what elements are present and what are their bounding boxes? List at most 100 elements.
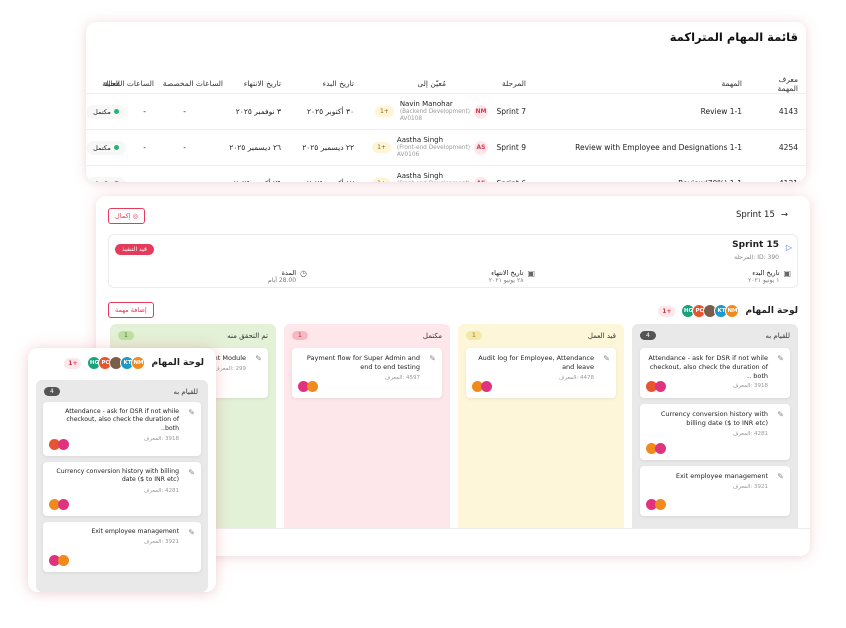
task-title: Exit employee management — [675, 472, 768, 480]
end-date: ٢٩ أكتوبر ٢٠٢٥ — [216, 166, 281, 182]
sprint-header: → Sprint 15 — [736, 210, 788, 220]
avatar — [58, 555, 69, 566]
avatar — [655, 443, 666, 454]
more-assignees-badge[interactable]: +1 — [374, 106, 394, 117]
mobile-column-todo: للقيام به 4 ✎ Attendance - ask for DSR i… — [36, 380, 208, 592]
task-assignees — [49, 439, 69, 450]
avatar — [655, 499, 666, 510]
assignee-name: Aastha Singh — [396, 171, 444, 180]
task-name[interactable]: Review 1-1 — [542, 94, 742, 129]
actual-hours: - — [126, 166, 146, 182]
avatar[interactable]: NM — [725, 304, 740, 318]
assignee-code: AV0108 — [399, 115, 423, 122]
avatar: AS — [474, 176, 488, 182]
sprint-name: Sprint 15 — [732, 240, 779, 250]
edit-icon[interactable]: ✎ — [603, 354, 610, 363]
check-circle-icon: ◎ — [132, 212, 139, 220]
table-row[interactable]: 4254 Review with Employee and Designatio… — [86, 130, 806, 166]
task-card[interactable]: ✎ Exit employee management 3921 :المعرف — [43, 522, 201, 572]
task-id: 3918 :المعرف — [732, 383, 768, 390]
column-title: مكتمل — [422, 332, 442, 340]
task-id: 4131 — [758, 166, 798, 182]
task-assignees — [49, 555, 69, 566]
edit-icon[interactable]: ✎ — [188, 528, 195, 537]
member-avatars[interactable]: HG PC KT NM — [87, 356, 146, 370]
task-card[interactable]: ✎ Attendance - ask for DSR if not while … — [640, 348, 790, 398]
avatar[interactable]: NM — [131, 356, 146, 370]
edit-icon[interactable]: ✎ — [777, 472, 784, 481]
members-more-badge[interactable]: +1 — [658, 305, 676, 317]
actual-hours: - — [143, 107, 146, 116]
edit-icon[interactable]: ✎ — [777, 354, 784, 363]
assignee-code: AV0106 — [396, 151, 420, 158]
status-cell: مكتمل — [86, 166, 126, 182]
table-row[interactable]: 4131 Review(70%) 1-1 Sprint 6 AS Aastha … — [86, 166, 806, 182]
mobile-board-header: لوحة المهام HG PC KT NM +1 — [64, 356, 204, 370]
play-icon[interactable]: ▷ — [786, 243, 792, 252]
task-card[interactable]: ✎ Audit log for Employee, Attendance and… — [466, 348, 616, 398]
task-assignees — [646, 443, 666, 454]
mobile-board-title: لوحة المهام — [151, 358, 204, 368]
task-card[interactable]: ✎ Currency conversion history with billi… — [640, 404, 790, 460]
task-card[interactable]: ✎ Payment flow for Super Admin and end t… — [292, 348, 442, 398]
sprint-duration: ◷ المدة 28.00 أيام — [268, 269, 307, 285]
column-count: 4 — [640, 331, 656, 340]
column-title: للقيام به — [765, 332, 791, 340]
task-assignee: AS Aastha Singh (Front-end Development) … — [340, 166, 488, 182]
status-dot-icon — [113, 145, 119, 150]
task-title: Attendance - ask for DSR if not while ch… — [65, 408, 179, 432]
status-cell: مكتمل — [86, 130, 126, 165]
task-id: 4281 :المعرف — [143, 487, 179, 494]
task-name[interactable]: Review with Employee and Designations 1-… — [542, 130, 742, 165]
allocated-hours: - — [183, 107, 186, 116]
edit-icon[interactable]: ✎ — [255, 354, 262, 363]
edit-icon[interactable]: ✎ — [777, 410, 784, 419]
more-assignees-badge[interactable]: +1 — [372, 142, 391, 153]
end-date: ٣ نوفمبر ٢٠٢٥ — [235, 107, 281, 116]
back-arrow-icon[interactable]: → — [781, 210, 788, 220]
board-title: لوحة المهام — [745, 306, 798, 316]
status-dot-icon — [113, 109, 119, 114]
task-assignee: NM Navin Manohar (Backend Development) A… — [340, 94, 488, 129]
task-name[interactable]: Review(70%) 1-1 — [542, 166, 742, 182]
backlog-panel: قائمة المهام المتراكمة معرف المهمة المهم… — [86, 22, 806, 182]
clock-icon: ◷ — [300, 269, 307, 278]
board-header: لوحة المهام HG PC KT NM +1 — [658, 304, 798, 318]
task-id: 4281 :المعرف — [732, 430, 768, 437]
column-count: 1 — [466, 331, 482, 340]
assignee-role: (Front-end Development) — [396, 144, 470, 151]
status-cell: مكتمل — [86, 94, 126, 129]
task-assignees — [49, 499, 69, 510]
complete-sprint-button[interactable]: ◎ إكمال — [108, 208, 146, 224]
column-title: تم التحقق منه — [227, 332, 268, 340]
allocated-hours: - — [166, 166, 186, 182]
avatar: NM — [474, 104, 488, 119]
column-title: قيد العمل — [587, 332, 616, 340]
task-assignees — [298, 381, 318, 392]
task-card[interactable]: ✎ Currency conversion history with billi… — [43, 462, 201, 516]
task-title: Audit log for Employee, Attendance and l… — [478, 354, 594, 371]
avatar: AS — [474, 140, 488, 155]
more-assignees-badge[interactable]: +1 — [372, 178, 391, 182]
edit-icon[interactable]: ✎ — [429, 354, 436, 363]
kanban-column: للقيام به 4 ✎ Attendance - ask for DSR i… — [632, 324, 798, 544]
end-date: ٢٦ ديسمبر ٢٠٢٥ — [229, 143, 281, 152]
assignee-name: Navin Manohar — [399, 99, 453, 108]
task-title: Payment flow for Super Admin and end to … — [306, 354, 420, 371]
status-badge: مكتمل — [86, 104, 126, 119]
add-task-button[interactable]: إضافة مهمة — [108, 302, 154, 318]
task-assignees — [646, 381, 666, 392]
avatar — [481, 381, 492, 392]
assignee-role: (Backend Development) — [399, 108, 470, 115]
sprint-info-card: ▷ Sprint 15 ID: 390 :المرحلة قيد التنفيذ… — [108, 234, 798, 288]
task-card[interactable]: ✎ Exit employee management 3921 :المعرف — [640, 466, 790, 516]
edit-icon[interactable]: ✎ — [188, 468, 195, 477]
column-count: 4 — [44, 387, 60, 396]
avatar — [655, 381, 666, 392]
sprint-id: ID: 390 :المرحلة — [734, 254, 779, 261]
task-card[interactable]: ✎ Attendance - ask for DSR if not while … — [43, 402, 201, 456]
table-row[interactable]: 4143 Review 1-1 Sprint 7 NM Navin Manoha… — [86, 94, 806, 130]
member-avatars[interactable]: HG PC KT NM — [681, 304, 740, 318]
members-more-badge[interactable]: +1 — [64, 357, 82, 369]
edit-icon[interactable]: ✎ — [188, 408, 195, 417]
